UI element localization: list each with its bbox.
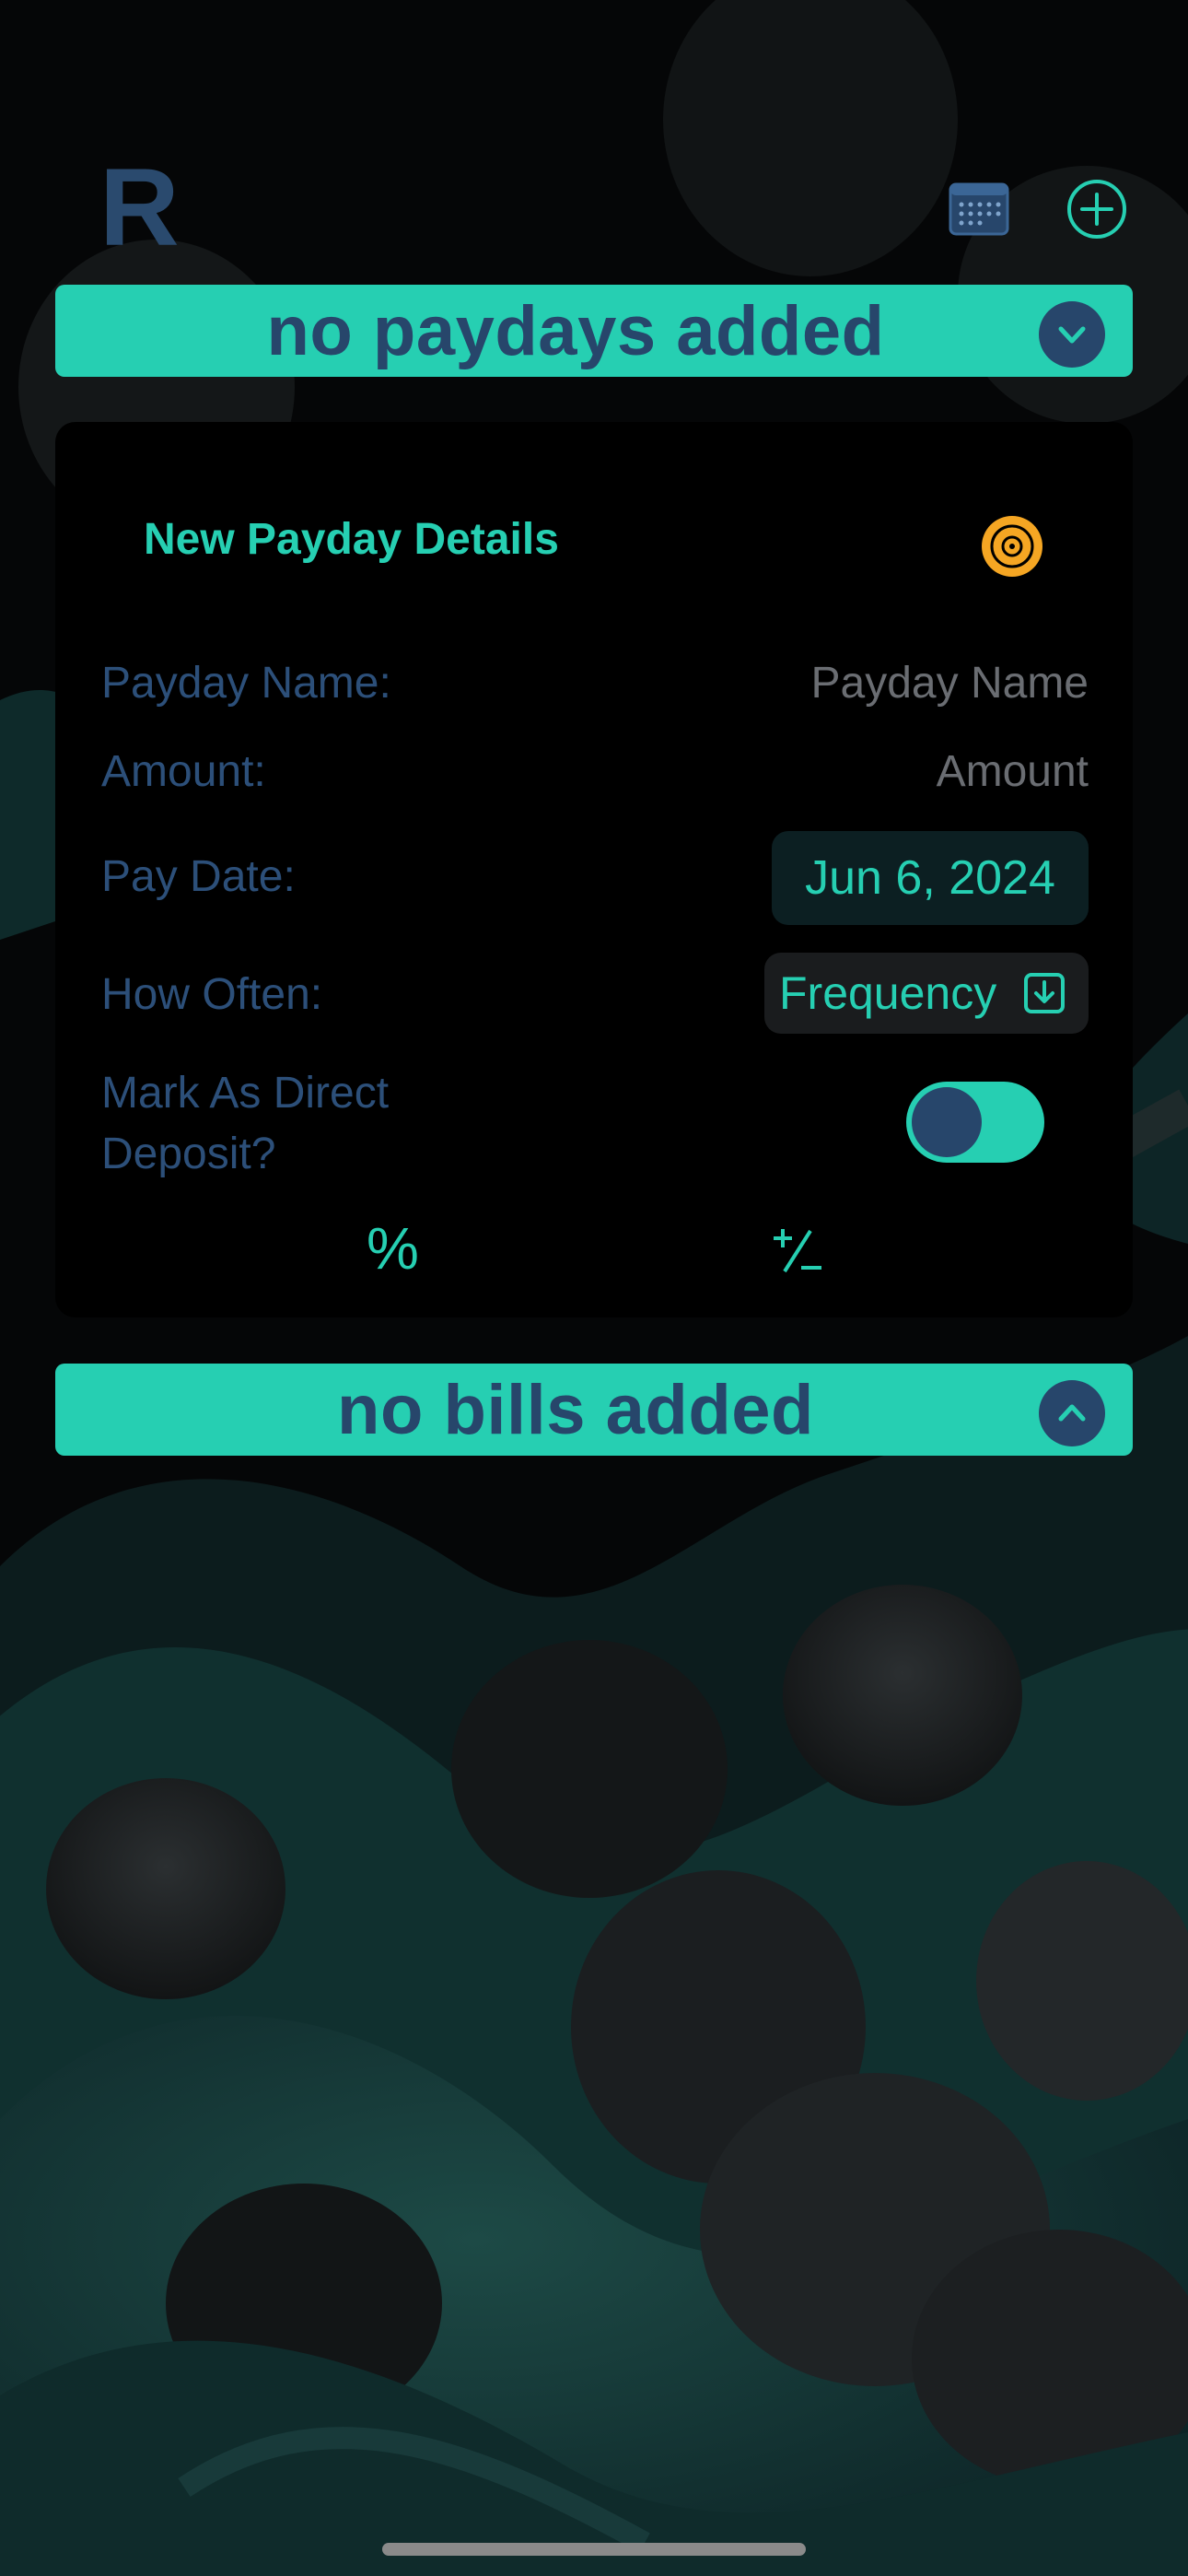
download-box-icon: [1024, 973, 1066, 1013]
pay-date-value: Jun 6, 2024: [805, 851, 1055, 905]
direct-deposit-toggle[interactable]: [906, 1082, 1044, 1163]
bills-banner-text: no bills added: [337, 1370, 814, 1449]
calendar-button[interactable]: [947, 177, 1011, 238]
amount-label: Amount:: [101, 747, 266, 796]
paydays-toggle-button[interactable]: [1039, 301, 1105, 368]
card-title: New Payday Details: [144, 515, 559, 564]
direct-deposit-label-line2: Deposit?: [101, 1130, 276, 1178]
plus-minus-button[interactable]: +/-: [770, 1224, 825, 1279]
add-button[interactable]: [1065, 177, 1129, 241]
frequency-value: Frequency: [779, 967, 997, 1019]
chevron-up-icon: [1058, 1404, 1086, 1422]
payday-name-label: Payday Name:: [101, 659, 391, 708]
plus-circle-icon: [1067, 180, 1126, 239]
frequency-dropdown[interactable]: Frequency: [764, 953, 1089, 1034]
chevron-down-icon: [1058, 326, 1086, 344]
home-indicator[interactable]: [382, 2543, 806, 2556]
pay-date-label: Pay Date:: [101, 852, 296, 901]
direct-deposit-label-line1: Mark As Direct: [101, 1069, 390, 1118]
percent-button[interactable]: %: [367, 1214, 419, 1282]
calendar-icon: [949, 182, 1009, 236]
plus-minus-icon: [774, 1229, 821, 1273]
direct-deposit-label: Mark As Direct Deposit?: [101, 1063, 389, 1185]
new-payday-card: New Payday Details Payday Name: Payday N…: [55, 422, 1133, 1317]
payday-name-input[interactable]: Payday Name: [811, 658, 1089, 708]
bills-banner[interactable]: no bills added: [55, 1364, 1133, 1456]
bills-toggle-button[interactable]: [1039, 1380, 1105, 1446]
disc-save-icon: [982, 516, 1042, 577]
toggle-knob: [912, 1087, 982, 1157]
how-often-label: How Often:: [101, 970, 323, 1019]
app-logo: R: [99, 146, 180, 269]
save-button[interactable]: [980, 514, 1044, 579]
paydays-banner[interactable]: no paydays added: [55, 285, 1133, 377]
amount-input[interactable]: Amount: [937, 746, 1089, 797]
pay-date-picker[interactable]: Jun 6, 2024: [772, 831, 1089, 925]
paydays-banner-text: no paydays added: [266, 291, 885, 370]
